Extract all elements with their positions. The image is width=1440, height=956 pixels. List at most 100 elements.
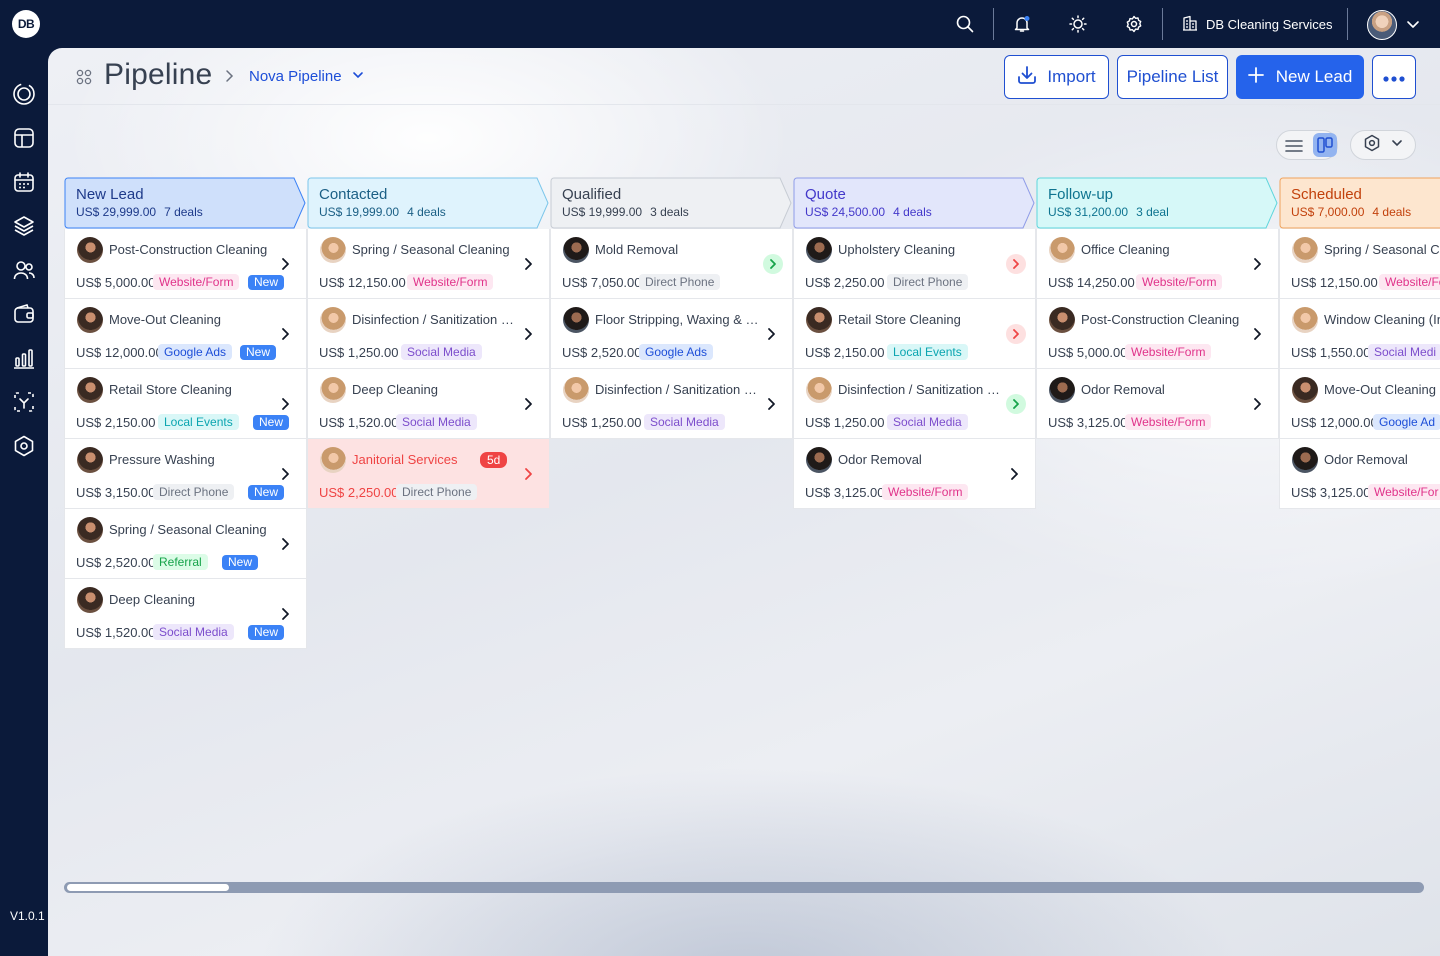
apps-grid-icon[interactable] [76,69,92,85]
column-cards: Office Cleaning US$ 14,250.00 Website/Form… [1036,229,1279,439]
chevron-right-icon[interactable] [520,325,538,343]
chevron-right-icon[interactable] [277,465,295,483]
deal-card[interactable]: Office Cleaning US$ 14,250.00 Website/Form [1036,229,1279,299]
deal-card[interactable]: Floor Stripping, Waxing & Pol... US$ 2,52… [550,299,793,369]
deal-amount: US$ 2,150.00 [76,415,156,430]
chevron-down-icon[interactable] [1401,12,1425,36]
lead-source-badge: Social Media [401,344,482,360]
deal-card[interactable]: Spring / Seasonal Cleaning US$ 2,520.00 Re… [64,509,307,579]
contact-avatar [806,447,832,473]
company-selector[interactable]: DB Cleaning Services [1182,12,1332,36]
column-header[interactable]: Contacted US$ 19,999.00 4 deals [307,177,550,229]
chevron-right-icon[interactable] [277,605,295,623]
column-header[interactable]: Follow-up US$ 31,200.00 3 deal [1036,177,1279,229]
deal-card[interactable]: Deep Cleaning US$ 1,520.00 Social Media New [64,579,307,649]
dashboard-gauge-icon[interactable] [12,82,36,106]
board-view-icon[interactable] [1313,133,1337,157]
contact-avatar [320,237,346,263]
new-badge: New [253,415,290,430]
deal-title: Janitorial Services [352,452,458,467]
lead-source-badge: Local Events [158,414,239,430]
chevron-right-icon[interactable] [520,395,538,413]
board-settings-dropdown[interactable] [1350,130,1416,160]
deal-card[interactable]: Deep Cleaning US$ 1,520.00 Social Media [307,369,550,439]
deal-card[interactable]: Move-Out Cleaning US$ 12,000.00 Google Ads… [64,299,307,369]
horizontal-scrollbar[interactable] [64,882,1424,893]
chevron-right-icon[interactable] [520,465,538,483]
deal-card[interactable]: Retail Store Cleaning US$ 2,150.00 Local E… [793,299,1036,369]
deal-card[interactable]: Upholstery Cleaning US$ 2,250.00 Direct Ph… [793,229,1036,299]
deal-card[interactable]: Odor Removal US$ 3,125.00 Website/Form [1036,369,1279,439]
deal-card[interactable]: Pressure Washing US$ 3,150.00 Direct Phone… [64,439,307,509]
layers-icon[interactable] [12,214,36,238]
contact-avatar [1292,377,1318,403]
sun-icon[interactable] [1066,12,1090,36]
lead-source-badge: Direct Phone [153,484,235,500]
chevron-right-icon[interactable] [277,325,295,343]
list-view-icon[interactable] [1285,137,1303,155]
stalled-stage-icon[interactable] [1006,324,1026,344]
column-deal-count: 7 deals [164,205,203,219]
deal-title: Pressure Washing [109,452,215,467]
advance-stage-icon[interactable] [1006,394,1026,414]
gear-icon[interactable] [1122,12,1146,36]
deal-card[interactable]: Move-Out Cleaning US$ 12,000.00 Google Ad [1279,369,1440,439]
pipeline-selector[interactable]: Nova Pipeline [249,68,364,85]
column-header[interactable]: Scheduled US$ 7,000.00 4 deals [1279,177,1440,229]
chevron-right-icon[interactable] [1006,465,1024,483]
deal-card[interactable]: Odor Removal US$ 3,125.00 Website/Form [793,439,1036,509]
chevron-right-icon[interactable] [277,535,295,553]
user-avatar[interactable] [1367,10,1397,40]
deal-card[interactable]: Retail Store Cleaning US$ 2,150.00 Local E… [64,369,307,439]
deal-card[interactable]: Disinfection / Sanitization Se... US$ 1,2… [550,369,793,439]
deal-title: Spring / Seasonal Cle [1324,242,1440,257]
new-lead-button[interactable]: New Lead [1236,55,1364,99]
deal-card[interactable]: Disinfection / Sanitization Se... US$ 1,2… [793,369,1036,439]
deal-card[interactable]: Spring / Seasonal Cleaning US$ 12,150.00 W… [307,229,550,299]
deal-title: Disinfection / Sanitization Se... [595,382,760,397]
layout-icon[interactable] [12,126,36,150]
chevron-right-icon[interactable] [1249,395,1267,413]
wallet-icon[interactable] [12,302,36,326]
chevron-right-icon[interactable] [763,395,781,413]
chevron-right-icon[interactable] [1249,325,1267,343]
import-button[interactable]: Import [1004,55,1109,99]
deal-card[interactable]: Window Cleaning (Int US$ 1,550.00 Social M… [1279,299,1440,369]
scan-icon[interactable] [12,390,36,414]
column-header[interactable]: Qualified US$ 19,999.00 3 deals [550,177,793,229]
deal-card[interactable]: Spring / Seasonal Cle US$ 12,150.00 Websit… [1279,229,1440,299]
column-summary: US$ 19,999.00 3 deals [562,205,689,219]
scrollbar-thumb[interactable] [67,884,229,891]
deal-title: Spring / Seasonal Cleaning [352,242,510,257]
more-options-button[interactable] [1372,55,1416,99]
column-summary: US$ 19,999.00 4 deals [319,205,446,219]
deal-card[interactable]: Janitorial Services US$ 2,250.00 Direct Ph… [307,439,550,509]
deal-title: Upholstery Cleaning [838,242,956,257]
deal-card[interactable]: Mold Removal US$ 7,050.00 Direct Phone [550,229,793,299]
chevron-right-icon[interactable] [763,325,781,343]
deal-title: Retail Store Cleaning [109,382,232,397]
hexagon-settings-icon[interactable] [12,434,36,458]
stalled-stage-icon[interactable] [1006,254,1026,274]
calendar-icon[interactable] [12,170,36,194]
column-title: New Lead [76,186,144,203]
deal-card[interactable]: Odor Removal US$ 3,125.00 Website/For [1279,439,1440,509]
chevron-right-icon[interactable] [1249,255,1267,273]
bar-chart-icon[interactable] [12,346,36,370]
column-header[interactable]: Quote US$ 24,500.00 4 deals [793,177,1036,229]
column-header[interactable]: New Lead US$ 29,999.00 7 deals [64,177,307,229]
deal-card[interactable]: Disinfection / Sanitization Se... US$ 1,2… [307,299,550,369]
search-icon[interactable] [953,12,977,36]
advance-stage-icon[interactable] [763,254,783,274]
chevron-right-icon[interactable] [277,395,295,413]
users-icon[interactable] [12,258,36,282]
bell-icon[interactable] [1010,12,1034,36]
app-logo[interactable]: DB [12,10,40,38]
deal-amount: US$ 3,125.00 [1291,485,1371,500]
pipeline-list-button[interactable]: Pipeline List [1117,55,1228,99]
chevron-right-icon[interactable] [277,255,295,273]
column-summary: US$ 7,000.00 4 deals [1291,205,1411,219]
chevron-right-icon[interactable] [520,255,538,273]
deal-card[interactable]: Post-Construction Cleaning US$ 5,000.00 We… [64,229,307,299]
deal-card[interactable]: Post-Construction Cleaning US$ 5,000.00 We… [1036,299,1279,369]
